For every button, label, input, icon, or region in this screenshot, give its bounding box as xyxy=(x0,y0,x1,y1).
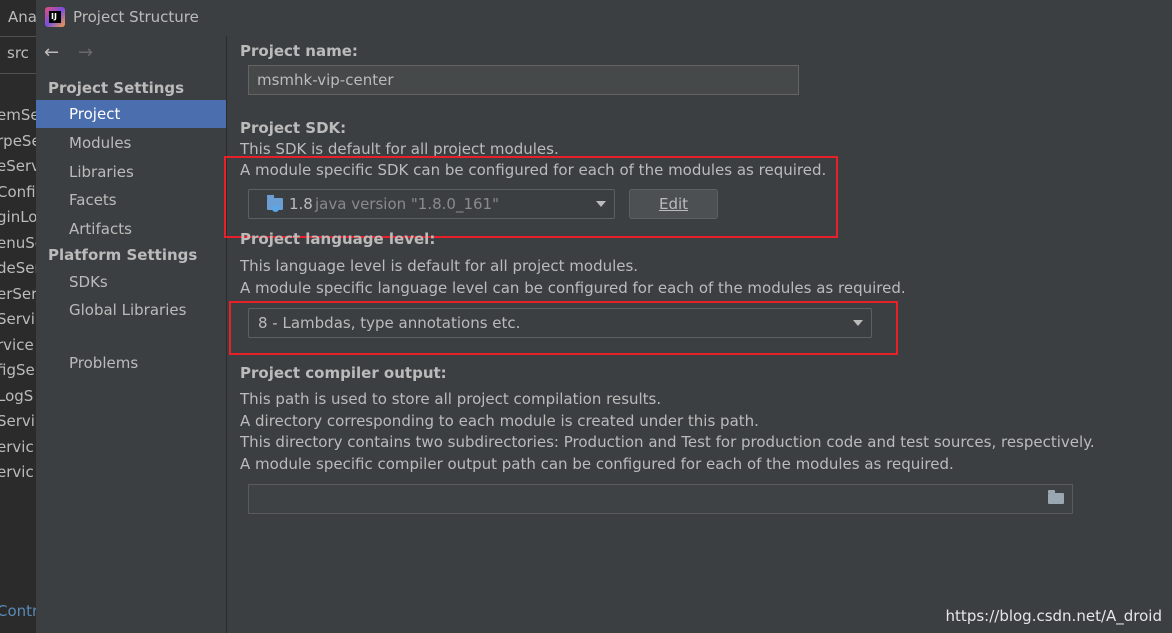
language-level-label: Project language level: xyxy=(240,230,436,248)
background-file-item[interactable]: rpeSe xyxy=(0,129,36,155)
project-sdk-label: Project SDK: xyxy=(240,119,347,137)
compiler-output-desc-3: This directory contains two subdirectori… xyxy=(240,433,1095,451)
background-file-item[interactable]: erSer xyxy=(0,282,36,308)
project-settings-panel: Project name: msmhk-vip-center Project S… xyxy=(224,36,1172,633)
sidebar-item-project[interactable]: Project xyxy=(36,100,226,128)
intellij-icon: IJ xyxy=(45,7,65,27)
background-menu-fragment: Ana xyxy=(8,8,37,26)
sidebar-item-sdks[interactable]: SDKs xyxy=(36,268,226,296)
compiler-output-path-input[interactable] xyxy=(248,484,1073,514)
compiler-output-desc-1: This path is used to store all project c… xyxy=(240,390,662,408)
background-file-item[interactable]: Config xyxy=(0,180,36,206)
sidebar-item-global-libraries[interactable]: Global Libraries xyxy=(36,296,226,324)
project-name-value: msmhk-vip-center xyxy=(257,71,394,89)
background-file-item[interactable]: figSe xyxy=(0,358,36,384)
compiler-output-desc-2: A directory corresponding to each module… xyxy=(240,412,759,430)
background-bottom-fragment[interactable]: Contr xyxy=(0,602,36,620)
annotation-box-sdk xyxy=(224,156,838,238)
background-file-item[interactable]: ervic xyxy=(0,435,36,461)
project-name-label: Project name: xyxy=(240,42,358,60)
settings-sidebar: ← → Project Settings Project Modules Lib… xyxy=(36,36,227,633)
background-file-item[interactable]: deSer xyxy=(0,256,36,282)
background-src-tab[interactable]: src xyxy=(7,44,29,62)
background-file-list: emSe rpeSe eServ Config ginLo enuSe deSe… xyxy=(0,103,36,486)
watermark: https://blog.csdn.net/A_droid xyxy=(945,607,1162,625)
language-level-desc-2: A module specific language level can be … xyxy=(240,279,906,297)
platform-settings-heading: Platform Settings xyxy=(48,246,198,264)
background-divider xyxy=(0,73,36,74)
background-file-item[interactable]: rvice xyxy=(0,333,36,359)
annotation-box-language-level xyxy=(229,301,898,355)
forward-arrow-icon[interactable]: → xyxy=(78,42,93,64)
language-level-desc-1: This language level is default for all p… xyxy=(240,257,639,275)
compiler-output-desc-4: A module specific compiler output path c… xyxy=(240,455,954,473)
background-file-item[interactable]: Servi xyxy=(0,409,36,435)
sidebar-item-libraries[interactable]: Libraries xyxy=(36,158,226,186)
background-file-item[interactable]: enuSe xyxy=(0,231,36,257)
background-ide-window: Ana src emSe rpeSe eServ Config ginLo en… xyxy=(0,0,37,633)
dialog-title-bar: IJ Project Structure xyxy=(36,0,1172,36)
background-file-item[interactable]: Servi xyxy=(0,307,36,333)
background-file-item[interactable]: eServ xyxy=(0,154,36,180)
background-divider xyxy=(0,36,36,37)
back-arrow-icon[interactable]: ← xyxy=(44,42,59,64)
dialog-title: Project Structure xyxy=(73,8,199,26)
compiler-output-label: Project compiler output: xyxy=(240,364,447,382)
background-file-item[interactable]: emSe xyxy=(0,103,36,129)
sidebar-item-problems[interactable]: Problems xyxy=(36,349,226,377)
sidebar-item-artifacts[interactable]: Artifacts xyxy=(36,215,226,243)
background-file-item[interactable]: ervic xyxy=(0,460,36,486)
sidebar-item-modules[interactable]: Modules xyxy=(36,129,226,157)
background-file-item[interactable]: LogS xyxy=(0,384,36,410)
background-file-item[interactable]: ginLo xyxy=(0,205,36,231)
sidebar-item-facets[interactable]: Facets xyxy=(36,186,226,214)
project-settings-heading: Project Settings xyxy=(48,79,185,97)
project-name-input[interactable]: msmhk-vip-center xyxy=(248,65,799,95)
browse-folder-icon[interactable] xyxy=(1048,490,1064,504)
